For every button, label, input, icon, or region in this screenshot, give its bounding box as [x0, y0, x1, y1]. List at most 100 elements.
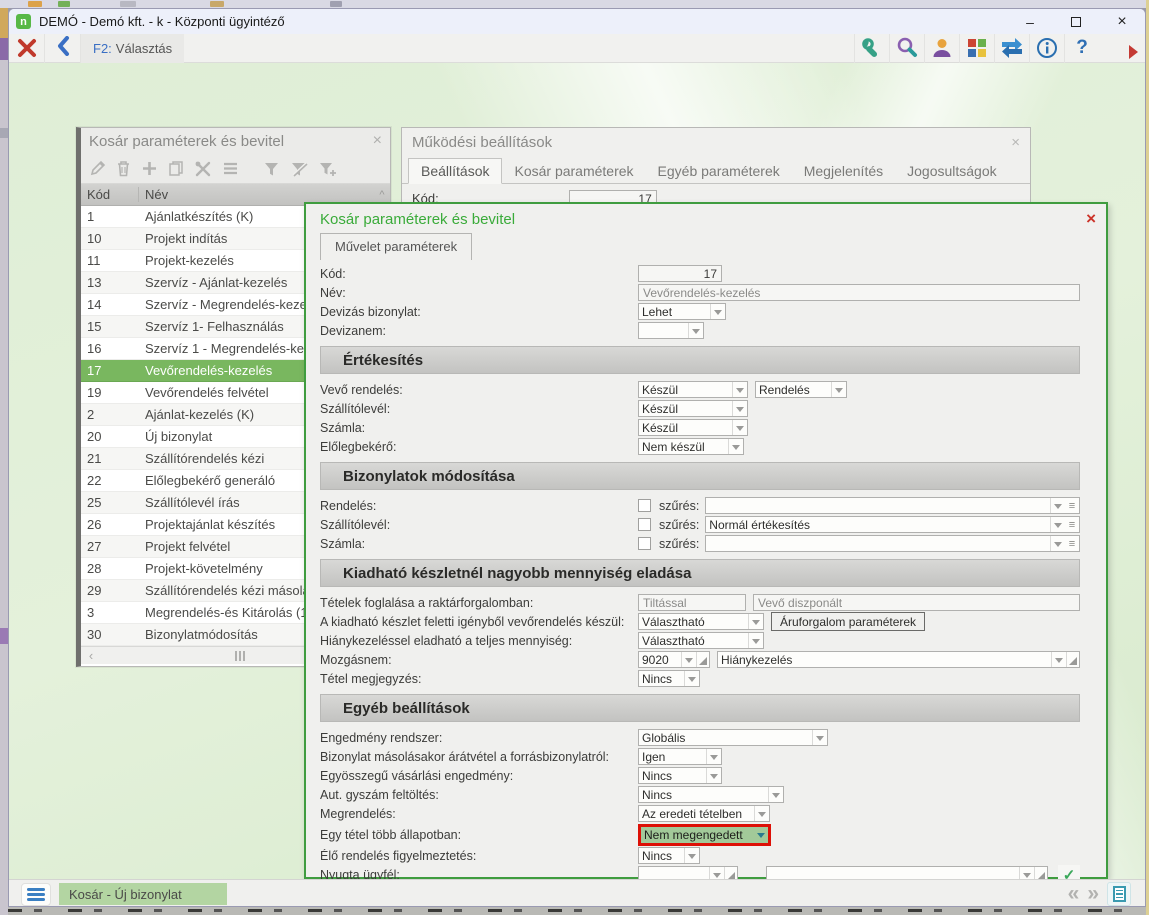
- main-toolbar: F2: Választás: [9, 34, 1145, 63]
- settings-tab-kosár-paraméterek[interactable]: Kosár paraméterek: [502, 159, 645, 183]
- elolegbekero-dropdown[interactable]: Nem készül: [638, 438, 744, 455]
- settings-tab-megjelenítés[interactable]: Megjelenítés: [792, 159, 895, 183]
- hianykezeles-dropdown[interactable]: Választható: [638, 632, 764, 649]
- chevron-down-icon: [831, 382, 846, 397]
- user-button[interactable]: [924, 34, 959, 63]
- next-page-icon[interactable]: »: [1087, 884, 1099, 904]
- scrollbar-thumb[interactable]: [216, 650, 264, 662]
- row-code: 10: [81, 231, 139, 246]
- settings-tab-jogosultságok[interactable]: Jogosultságok: [895, 159, 1009, 183]
- chevron-down-icon: [1050, 498, 1065, 513]
- kod-label: Kód:: [320, 267, 638, 281]
- masolas-dropdown[interactable]: Igen: [638, 748, 722, 765]
- prev-page-icon[interactable]: «: [1068, 884, 1080, 904]
- settings-wrench-button[interactable]: [854, 34, 889, 63]
- app-window: n DEMÓ - Demó kft. - k - Központi ügyint…: [8, 8, 1146, 907]
- background-window-top-sliver: [0, 0, 1149, 8]
- add-icon[interactable]: [141, 160, 158, 177]
- close-button[interactable]: ×: [1099, 9, 1145, 34]
- menu-icon[interactable]: [222, 161, 239, 176]
- modules-button[interactable]: [959, 34, 994, 63]
- column-header-nev[interactable]: Név: [139, 187, 374, 202]
- maximize-button[interactable]: [1053, 9, 1099, 34]
- tools-icon[interactable]: [194, 160, 212, 177]
- f2-select-hint[interactable]: F2: Választás: [81, 34, 184, 63]
- engedmeny-dropdown[interactable]: Globális: [638, 729, 828, 746]
- szallitolevel-dropdown[interactable]: Készül: [638, 400, 748, 417]
- scroll-up-icon[interactable]: ^: [374, 189, 390, 201]
- exit-button[interactable]: [9, 34, 45, 63]
- titlebar: n DEMÓ - Demó kft. - k - Központi ügyint…: [9, 9, 1145, 34]
- aruforgalom-parameterek-button[interactable]: Áruforgalom paraméterek: [771, 612, 925, 631]
- settings-tabs: BeállításokKosár paraméterekEgyéb paramé…: [402, 156, 1030, 184]
- chevron-down-icon: [681, 652, 696, 667]
- filter-add-icon[interactable]: [318, 161, 337, 177]
- filter-icon[interactable]: [263, 161, 280, 177]
- section-kiadhato: Kiadható készletnél nagyobb mennyiség el…: [320, 559, 1080, 587]
- status-menu-button[interactable]: [21, 883, 51, 906]
- vevo-rendeles-type-dropdown[interactable]: Rendelés: [755, 381, 847, 398]
- settings-tab-beállítások[interactable]: Beállítások: [408, 158, 502, 184]
- basket-parameters-dialog: Kosár paraméterek és bevitel × Művelet p…: [304, 202, 1108, 879]
- szamla-dropdown[interactable]: Készül: [638, 419, 748, 436]
- chevron-down-icon: [812, 730, 827, 745]
- devizas-dropdown[interactable]: Lehet: [638, 303, 726, 320]
- search-button[interactable]: [889, 34, 924, 63]
- foglalas-field1[interactable]: Tiltással: [638, 594, 746, 611]
- filter-clear-icon[interactable]: [290, 161, 308, 177]
- gyszam-label: Aut. gyszám feltöltés:: [320, 788, 638, 802]
- elo-rendeles-dropdown[interactable]: Nincs: [638, 847, 700, 864]
- tetel-megjegyzes-dropdown[interactable]: Nincs: [638, 670, 700, 687]
- row-code: 22: [81, 473, 139, 488]
- tab-muvelet-parameterek[interactable]: Művelet paraméterek: [320, 233, 472, 260]
- row-code: 14: [81, 297, 139, 312]
- foglalas-field2[interactable]: Vevő diszponált: [753, 594, 1080, 611]
- delete-icon[interactable]: [116, 160, 131, 177]
- devizanem-dropdown[interactable]: [638, 322, 704, 339]
- help-button[interactable]: ?: [1064, 34, 1099, 63]
- panel-close-icon[interactable]: ×: [373, 132, 382, 150]
- igeny-dropdown[interactable]: Választható: [638, 613, 764, 630]
- modules-icon: [966, 37, 988, 59]
- chevron-down-icon: [754, 806, 769, 821]
- status-tab-kosar[interactable]: Kosár - Új bizonylat: [59, 883, 227, 905]
- f2-key: F2:: [93, 41, 112, 56]
- nev-field[interactable]: Vevőrendelés-kezelés: [638, 284, 1080, 301]
- gyszam-dropdown[interactable]: Nincs: [638, 786, 784, 803]
- copy-icon[interactable]: [168, 160, 184, 177]
- allapot-dropdown-highlighted[interactable]: Nem megengedett: [638, 824, 771, 846]
- row-code: 27: [81, 539, 139, 554]
- dialog-close-icon[interactable]: ×: [1086, 212, 1096, 226]
- mod-szamla-checkbox[interactable]: [638, 537, 651, 550]
- mod-rendeles-filter-combo[interactable]: ≡: [705, 497, 1080, 514]
- allapot-label: Egy tétel több állapotban:: [320, 828, 638, 842]
- column-header-kod[interactable]: Kód: [81, 187, 139, 202]
- egyosszegu-dropdown[interactable]: Nincs: [638, 767, 722, 784]
- list-icon[interactable]: ≡: [1065, 498, 1079, 513]
- mod-szallitolevel-checkbox[interactable]: [638, 518, 651, 531]
- mod-szallitolevel-filter-combo[interactable]: Normál értékesítés≡: [705, 516, 1080, 533]
- chevron-down-icon: [688, 323, 703, 338]
- list-icon[interactable]: ≡: [1065, 536, 1079, 551]
- mozgasnem-code-combo[interactable]: 9020: [638, 651, 710, 668]
- document-list-button[interactable]: [1107, 882, 1131, 906]
- back-button[interactable]: [45, 34, 81, 63]
- list-icon[interactable]: ≡: [1065, 517, 1079, 532]
- szures-label: szűrés:: [659, 499, 699, 513]
- mozgasnem-name-combo[interactable]: Hiánykezelés: [717, 651, 1080, 668]
- mod-szamla-filter-combo[interactable]: ≡: [705, 535, 1080, 552]
- vevo-rendeles-dropdown[interactable]: Készül: [638, 381, 748, 398]
- settings-panel-close-icon[interactable]: ×: [1011, 134, 1020, 151]
- transfer-button[interactable]: [994, 34, 1029, 63]
- maximize-icon: [1071, 17, 1081, 27]
- edit-icon[interactable]: [89, 160, 106, 177]
- row-code: 19: [81, 385, 139, 400]
- kod-field[interactable]: 17: [638, 265, 722, 282]
- info-button[interactable]: [1029, 34, 1064, 63]
- settings-tab-egyéb-paraméterek[interactable]: Egyéb paraméterek: [646, 159, 792, 183]
- megrendeles-dropdown[interactable]: Az eredeti tételben: [638, 805, 770, 822]
- mod-rendeles-checkbox[interactable]: [638, 499, 651, 512]
- scroll-left-icon[interactable]: ‹: [81, 648, 101, 663]
- igeny-label: A kiadható készlet feletti igényből vevő…: [320, 615, 638, 629]
- minimize-button[interactable]: –: [1007, 9, 1053, 34]
